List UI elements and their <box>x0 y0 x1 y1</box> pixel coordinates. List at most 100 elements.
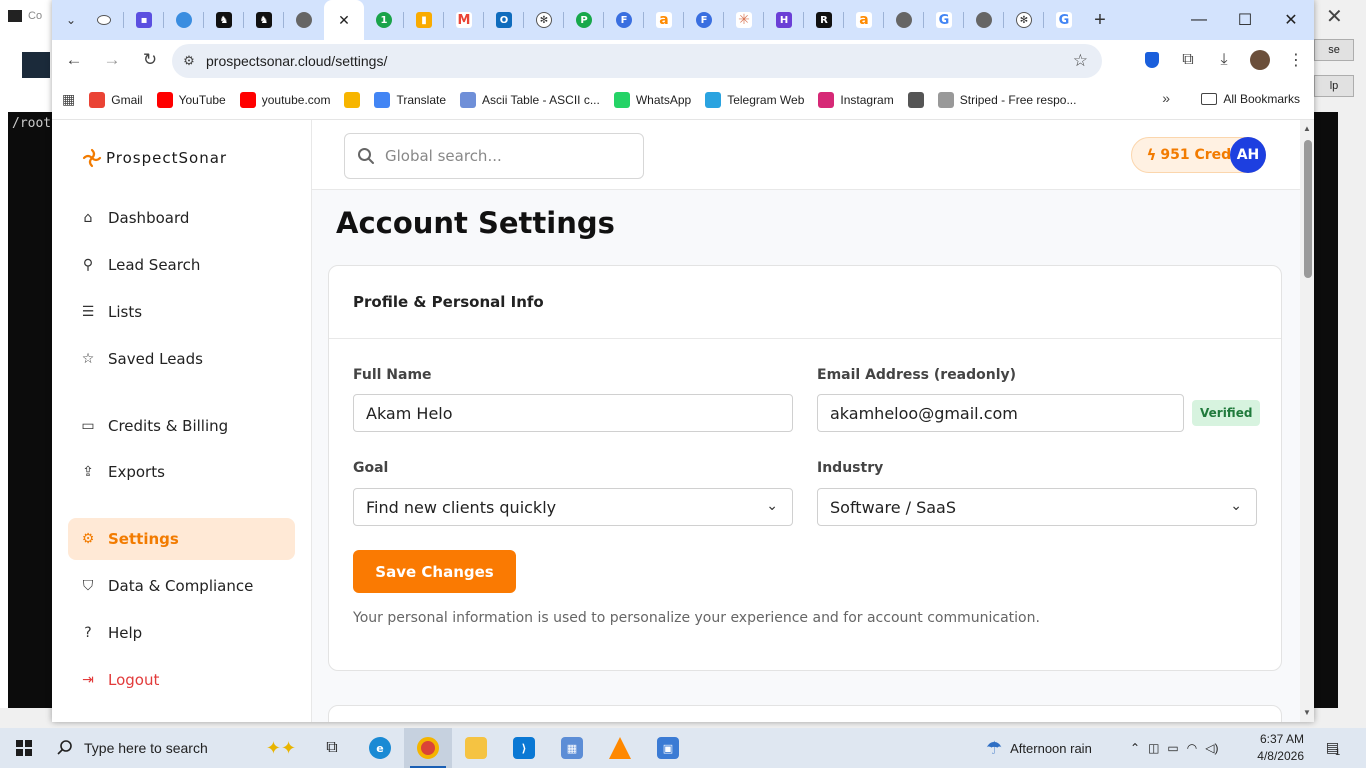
browser-tab[interactable] <box>164 0 204 40</box>
minimize-button[interactable]: — <box>1176 0 1222 40</box>
all-bookmarks-button[interactable]: All Bookmarks <box>1201 92 1300 106</box>
maximize-button[interactable]: ☐ <box>1222 0 1268 40</box>
downloads-button[interactable]: ⤓ <box>1206 42 1242 78</box>
browser-tab[interactable]: ✳ <box>724 0 764 40</box>
forward-button[interactable]: → <box>94 42 130 78</box>
apps-button[interactable]: ▦ <box>62 91 75 108</box>
browser-tab[interactable]: M <box>444 0 484 40</box>
extension-shield-button[interactable] <box>1134 42 1170 78</box>
taskbar-vlc[interactable] <box>596 728 644 768</box>
taskbar-search[interactable]: Type here to search <box>48 728 254 768</box>
user-avatar[interactable]: AH <box>1230 137 1266 173</box>
sidebar-item-dashboard[interactable]: ⌂ Dashboard <box>68 197 295 239</box>
clock[interactable]: 6:37 AM 4/8/2026 <box>1250 731 1304 765</box>
sidebar-item-data-compliance[interactable]: ⛉ Data & Compliance <box>68 565 295 607</box>
sidebar-item-logout[interactable]: ⇥ Logout <box>68 659 295 701</box>
browser-tab[interactable]: ▮ <box>404 0 444 40</box>
close-window-button[interactable]: ✕ <box>1268 0 1314 40</box>
browser-tab[interactable]: F <box>684 0 724 40</box>
browser-tab[interactable] <box>284 0 324 40</box>
menu-button[interactable]: ⋮ <box>1278 42 1314 78</box>
bookmark-item[interactable]: Instagram <box>818 91 894 108</box>
notification-button[interactable]: ▤ 1 <box>1322 736 1344 758</box>
sidebar-item-help[interactable]: ? Help <box>68 612 295 654</box>
back-button[interactable]: ← <box>56 42 92 78</box>
browser-tab[interactable]: R <box>804 0 844 40</box>
new-tab-button[interactable]: + <box>1084 4 1116 36</box>
save-changes-button[interactable]: Save Changes <box>353 550 516 593</box>
browser-tab[interactable]: G <box>1044 0 1084 40</box>
browser-tab[interactable]: ♞ <box>204 0 244 40</box>
browser-tab[interactable]: O <box>484 0 524 40</box>
scroll-down-icon[interactable]: ▼ <box>1303 708 1311 717</box>
more-bookmarks-button[interactable]: » <box>1162 90 1170 106</box>
sidebar-item-saved-leads[interactable]: ☆ Saved Leads <box>68 338 295 380</box>
browser-tab-active[interactable]: ✕ <box>324 0 364 40</box>
task-view-button[interactable]: ⧉ <box>308 728 356 768</box>
start-button[interactable] <box>0 728 48 768</box>
industry-select[interactable]: Software / SaaS ⌄ <box>817 488 1257 526</box>
global-search-input[interactable]: Global search... <box>344 133 644 179</box>
reload-button[interactable]: ↻ <box>132 42 168 78</box>
bookmark-item[interactable]: Striped - Free respo... <box>937 91 1076 108</box>
background-button[interactable]: se <box>1314 39 1354 61</box>
weather-widget[interactable]: ☂ Afternoon rain <box>986 728 1092 768</box>
background-button[interactable]: lp <box>1314 75 1354 97</box>
volume-icon[interactable]: ◁) <box>1205 741 1218 755</box>
tab-search-button[interactable]: ⌄ <box>58 7 84 33</box>
sidebar-item-settings[interactable]: ⚙ Settings <box>68 518 295 560</box>
close-tab-icon[interactable]: ✕ <box>338 12 350 29</box>
browser-tab[interactable]: ✻ <box>524 0 564 40</box>
browser-tab[interactable] <box>964 0 1004 40</box>
bookmark-item[interactable]: Ascii Table - ASCII c... <box>460 91 600 108</box>
bookmark-item[interactable]: Translate <box>374 91 446 108</box>
address-bar[interactable]: ⚙ prospectsonar.cloud/settings/ ☆ <box>172 44 1102 78</box>
bookmark-item[interactable]: Gmail <box>89 91 143 108</box>
close-icon[interactable]: ✕ <box>1326 4 1343 29</box>
bookmark-item[interactable]: YouTube <box>156 91 226 108</box>
brand-logo[interactable]: ProspectSonar <box>82 148 227 168</box>
taskbar-vscode[interactable]: ⟩ <box>500 728 548 768</box>
scroll-thumb[interactable] <box>1304 140 1312 278</box>
bookmark-item[interactable]: WhatsApp <box>613 91 691 108</box>
sidebar-item-exports[interactable]: ⇪ Exports <box>68 451 295 493</box>
browser-tab[interactable] <box>884 0 924 40</box>
taskbar-file-explorer[interactable] <box>452 728 500 768</box>
bookmark-item[interactable] <box>344 91 361 108</box>
browser-tab[interactable]: 1 <box>364 0 404 40</box>
scroll-up-icon[interactable]: ▲ <box>1303 124 1311 133</box>
browser-tab[interactable]: G <box>924 0 964 40</box>
browser-tab[interactable]: ▪ <box>124 0 164 40</box>
sidebar-item-lists[interactable]: ☰ Lists <box>68 291 295 333</box>
browser-tab[interactable]: H <box>764 0 804 40</box>
sidebar-item-credits-billing[interactable]: ▭ Credits & Billing <box>68 405 295 447</box>
chevron-up-icon[interactable]: ⌃ <box>1130 741 1140 755</box>
browser-tab[interactable]: P <box>564 0 604 40</box>
profile-avatar[interactable] <box>1250 50 1270 70</box>
extensions-button[interactable]: ⧉ <box>1170 42 1206 78</box>
bookmark-item[interactable]: Telegram Web <box>705 91 804 108</box>
battery-icon[interactable]: ▭ <box>1167 741 1178 755</box>
page-scrollbar[interactable]: ▲ ▼ <box>1300 120 1314 722</box>
browser-tab[interactable]: F <box>604 0 644 40</box>
site-info-icon[interactable]: ⚙ <box>172 53 206 69</box>
bookmark-star-icon[interactable]: ☆ <box>1073 51 1088 71</box>
taskbar-photos[interactable]: ▦ <box>548 728 596 768</box>
meet-icon[interactable]: ◫ <box>1148 741 1159 755</box>
url-text[interactable]: prospectsonar.cloud/settings/ <box>206 53 387 69</box>
taskbar-remote-desktop[interactable]: ▣ <box>644 728 692 768</box>
browser-tab[interactable]: ✻ <box>1004 0 1044 40</box>
taskbar-edge[interactable]: e <box>356 728 404 768</box>
bookmark-item[interactable] <box>907 91 924 108</box>
sidebar-item-lead-search[interactable]: ⚲ Lead Search <box>68 244 295 286</box>
browser-tab[interactable]: a <box>844 0 884 40</box>
wifi-icon[interactable]: ◠ <box>1187 741 1197 755</box>
browser-tab[interactable]: a <box>644 0 684 40</box>
browser-tab[interactable]: ♞ <box>244 0 284 40</box>
goal-select[interactable]: Find new clients quickly ⌄ <box>353 488 793 526</box>
full-name-input[interactable]: Akam Helo <box>353 394 793 432</box>
browser-tab[interactable] <box>84 0 124 40</box>
taskbar-chrome[interactable] <box>404 728 452 768</box>
copilot-button[interactable]: ✦✦ <box>254 728 308 768</box>
bookmark-item[interactable]: youtube.com <box>239 91 330 108</box>
